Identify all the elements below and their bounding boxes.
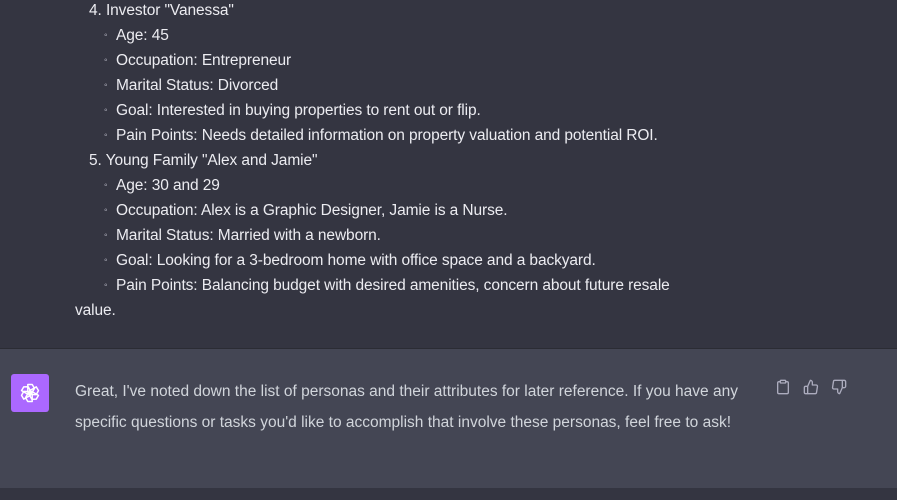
persona-title: Young Family "Alex and Jamie" [105,152,318,169]
list-item: ◦ Marital Status: Married with a newborn. [104,223,381,248]
bullet-icon: ◦ [104,55,108,66]
copy-button[interactable] [772,376,794,398]
assistant-reply-text: Great, I've noted down the list of perso… [75,383,738,431]
clipboard-icon [777,379,789,395]
list-item-text: Goal: Looking for a 3-bedroom home with … [116,252,596,269]
bullet-icon: ◦ [104,130,108,141]
list-item-text: Occupation: Entrepreneur [116,52,292,69]
list-item-text: Age: 30 and 29 [116,177,220,194]
list-item-text: Age: 45 [116,27,169,44]
list-number: 4. [89,2,102,19]
openai-logo-icon [20,383,40,403]
list-item: ◦ Pain Points: Needs detailed information… [104,123,658,148]
bullet-icon: ◦ [104,280,108,291]
bullet-icon: ◦ [104,80,108,91]
list-item-text: value. [75,302,116,319]
message-actions [772,376,850,398]
list-item: ◦ Occupation: Alex is a Graphic Designer,… [104,198,508,223]
thumbs-up-icon [803,379,819,395]
bottom-strip [0,488,897,500]
bullet-icon: ◦ [104,30,108,41]
thumbs-down-icon [831,379,847,395]
user-message: 4. Investor "Vanessa" ◦ Age: 45 ◦ Occupati… [0,0,897,349]
bullet-icon: ◦ [104,255,108,266]
list-item-number: 4. Investor "Vanessa" [89,0,234,23]
thumbs-up-button[interactable] [800,376,822,398]
bullet-icon: ◦ [104,180,108,191]
list-item-number: 5. Young Family "Alex and Jamie" [89,148,318,173]
thumbs-down-button[interactable] [828,376,850,398]
assistant-avatar [11,374,49,412]
list-item-text: Marital Status: Divorced [116,77,279,94]
bullet-icon: ◦ [104,105,108,116]
list-item: ◦ Occupation: Entrepreneur [104,48,291,73]
list-item: ◦ Goal: Looking for a 3-bedroom home with… [104,248,596,273]
list-item: ◦ Goal: Interested in buying properties t… [104,98,481,123]
list-item-text: Marital Status: Married with a newborn. [116,227,381,244]
chat-page: 4. Investor "Vanessa" ◦ Age: 45 ◦ Occupati… [0,0,897,500]
list-item-text: Pain Points: Needs detailed information … [116,127,658,144]
list-item-continuation: value. [75,298,116,323]
list-item: ◦ Age: 30 and 29 [104,173,220,198]
list-number: 5. [89,152,102,169]
list-item: ◦ Marital Status: Divorced [104,73,278,98]
list-item-text: Goal: Interested in buying properties to… [116,102,481,119]
list-item: ◦ Pain Points: Balancing budget with desi… [104,273,670,298]
list-item: ◦ Age: 45 [104,23,169,48]
persona-title: Investor "Vanessa" [105,2,234,19]
bullet-icon: ◦ [104,205,108,216]
list-item-text: Occupation: Alex is a Graphic Designer, … [116,202,508,219]
list-item-text: Pain Points: Balancing budget with desir… [116,277,670,294]
bullet-icon: ◦ [104,230,108,241]
